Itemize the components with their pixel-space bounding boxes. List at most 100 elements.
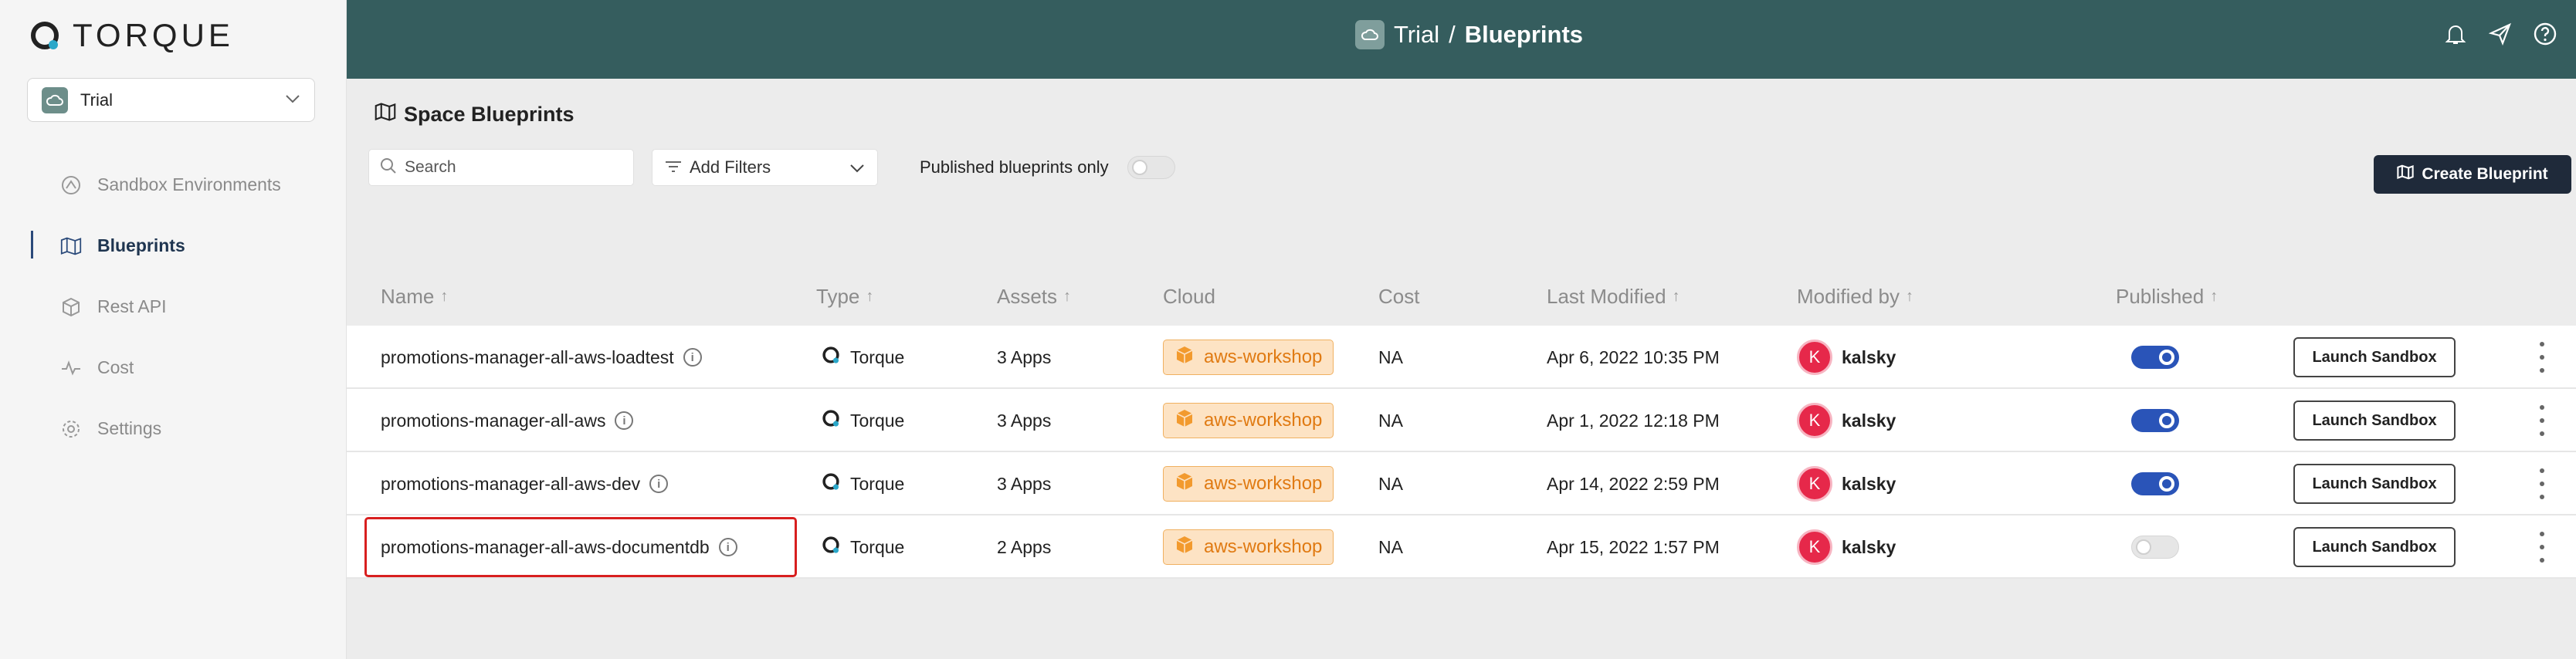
cost-cell: NA (1378, 326, 1403, 389)
torque-logo-icon (28, 19, 62, 52)
help-icon[interactable] (2533, 22, 2557, 46)
blueprint-name[interactable]: promotions-manager-all-aws-dev (381, 474, 640, 495)
assets-count: 2 Apps (997, 536, 1052, 557)
cloud-badge: aws-workshop (1163, 466, 1334, 502)
column-header-modified-by[interactable]: Modified by ↑ (1797, 285, 1913, 309)
create-blueprint-button[interactable]: Create Blueprint (2374, 155, 2571, 194)
breadcrumb-space[interactable]: Trial (1394, 21, 1439, 49)
header-actions (2443, 22, 2557, 46)
last-modified-value: Apr 14, 2022 2:59 PM (1547, 473, 1720, 494)
column-header-name[interactable]: Name ↑ (381, 285, 448, 309)
sort-arrow-icon: ↑ (866, 287, 874, 305)
more-options-icon[interactable] (2534, 338, 2550, 377)
cloud-cell: aws-workshop (1163, 326, 1334, 389)
column-header-type[interactable]: Type ↑ (816, 285, 873, 309)
chevron-down-icon (849, 157, 865, 177)
sidebar-item-label: Sandbox Environments (97, 174, 281, 194)
box-icon (1174, 408, 1195, 434)
search-icon (380, 157, 397, 178)
cloud-cell: aws-workshop (1163, 515, 1334, 579)
assets-count: 3 Apps (997, 473, 1052, 494)
sidebar-item-blueprints[interactable]: Blueprints (0, 215, 347, 276)
modified-by-name: kalsky (1842, 536, 1896, 557)
more-options-icon[interactable] (2534, 528, 2550, 566)
info-icon[interactable]: i (718, 538, 737, 556)
avatar: K (1797, 529, 1832, 565)
published-toggle[interactable] (2131, 536, 2179, 559)
launch-sandbox-button[interactable]: Launch Sandbox (2293, 464, 2456, 504)
sidebar: TORQUE Trial Sandbox Environments Bluepr… (0, 0, 347, 659)
blueprint-name[interactable]: promotions-manager-all-aws-documentdb (381, 537, 710, 558)
map-icon (375, 102, 396, 127)
last-modified-cell: Apr 6, 2022 10:35 PM (1547, 326, 1720, 389)
breadcrumb-page: Blueprints (1464, 21, 1584, 48)
space-selector[interactable]: Trial (27, 78, 315, 122)
info-icon[interactable]: i (615, 411, 634, 430)
sidebar-item-label: Cost (97, 357, 134, 377)
published-toggle[interactable] (2131, 472, 2179, 495)
assets-cell: 3 Apps (997, 389, 1051, 452)
cloud-icon (1355, 20, 1385, 49)
bell-icon[interactable] (2443, 22, 2468, 46)
sidebar-item-sandbox-environments[interactable]: Sandbox Environments (0, 154, 347, 215)
info-icon[interactable]: i (683, 348, 702, 367)
published-only-toggle[interactable] (1127, 156, 1175, 179)
last-modified-value: Apr 15, 2022 1:57 PM (1547, 536, 1720, 557)
add-filters-label: Add Filters (690, 157, 771, 177)
more-options-icon[interactable] (2534, 465, 2550, 503)
assets-cell: 2 Apps (997, 515, 1051, 579)
cost-value: NA (1378, 473, 1403, 494)
published-only-label: Published blueprints only (920, 157, 1109, 177)
more-options-icon[interactable] (2534, 401, 2550, 440)
sidebar-item-rest-api[interactable]: Rest API (0, 276, 347, 337)
column-header-assets[interactable]: Assets ↑ (997, 285, 1071, 309)
cost-cell: NA (1378, 452, 1403, 515)
blueprint-type: Torque (850, 410, 905, 431)
launch-sandbox-button[interactable]: Launch Sandbox (2293, 527, 2456, 567)
table-row[interactable]: promotions-manager-all-aws-documentdb i T… (347, 515, 2576, 579)
sort-arrow-icon: ↑ (1905, 287, 1913, 305)
sidebar-item-cost[interactable]: Cost (0, 337, 347, 398)
column-header-published[interactable]: Published ↑ (2116, 285, 2218, 309)
blueprint-name[interactable]: promotions-manager-all-aws (381, 411, 605, 431)
table-row[interactable]: promotions-manager-all-aws-loadtest i Tor… (347, 326, 2576, 389)
cube-icon (60, 296, 82, 318)
search-box[interactable] (368, 149, 634, 186)
cloud-icon (42, 86, 68, 113)
column-label: Type (816, 284, 860, 308)
blueprint-name[interactable]: promotions-manager-all-aws-loadtest (381, 347, 674, 368)
cloud-badge: aws-workshop (1163, 340, 1334, 375)
add-filters-dropdown[interactable]: Add Filters (652, 149, 878, 186)
sidebar-item-settings[interactable]: Settings (0, 398, 347, 459)
cloud-cell: aws-workshop (1163, 452, 1334, 515)
box-icon (1174, 535, 1195, 560)
page-title: Space Blueprints (375, 102, 575, 127)
column-header-last-modified[interactable]: Last Modified ↑ (1547, 285, 1680, 309)
blueprint-icon (2397, 164, 2414, 184)
search-input[interactable] (405, 158, 621, 177)
modified-by-name: kalsky (1842, 346, 1896, 367)
blueprint-type: Torque (850, 473, 905, 494)
type-cell: Torque (821, 326, 904, 389)
launch-sandbox-button[interactable]: Launch Sandbox (2293, 400, 2456, 441)
sidebar-item-label: Blueprints (97, 235, 185, 255)
blueprint-table: promotions-manager-all-aws-loadtest i Tor… (347, 326, 2576, 579)
send-icon[interactable] (2488, 22, 2513, 46)
modified-by-cell: Kkalsky (1797, 326, 1896, 389)
row-menu-cell (2534, 515, 2550, 579)
cost-cell: NA (1378, 515, 1403, 579)
published-toggle[interactable] (2131, 346, 2179, 369)
published-toggle[interactable] (2131, 409, 2179, 432)
column-label: Published (2116, 284, 2205, 308)
cost-cell: NA (1378, 389, 1403, 452)
torque-logo[interactable]: TORQUE (28, 17, 234, 54)
table-row[interactable]: promotions-manager-all-aws-dev i Torque 3… (347, 452, 2576, 515)
launch-sandbox-button[interactable]: Launch Sandbox (2293, 337, 2456, 377)
info-icon[interactable]: i (649, 475, 669, 493)
cloud-name: aws-workshop (1204, 536, 1323, 557)
table-row[interactable]: promotions-manager-all-aws i Torque 3 App… (347, 389, 2576, 452)
avatar: K (1797, 340, 1832, 375)
action-cell: Launch Sandbox (2293, 389, 2456, 452)
create-blueprint-label: Create Blueprint (2422, 165, 2548, 183)
sort-arrow-icon: ↑ (440, 287, 449, 305)
